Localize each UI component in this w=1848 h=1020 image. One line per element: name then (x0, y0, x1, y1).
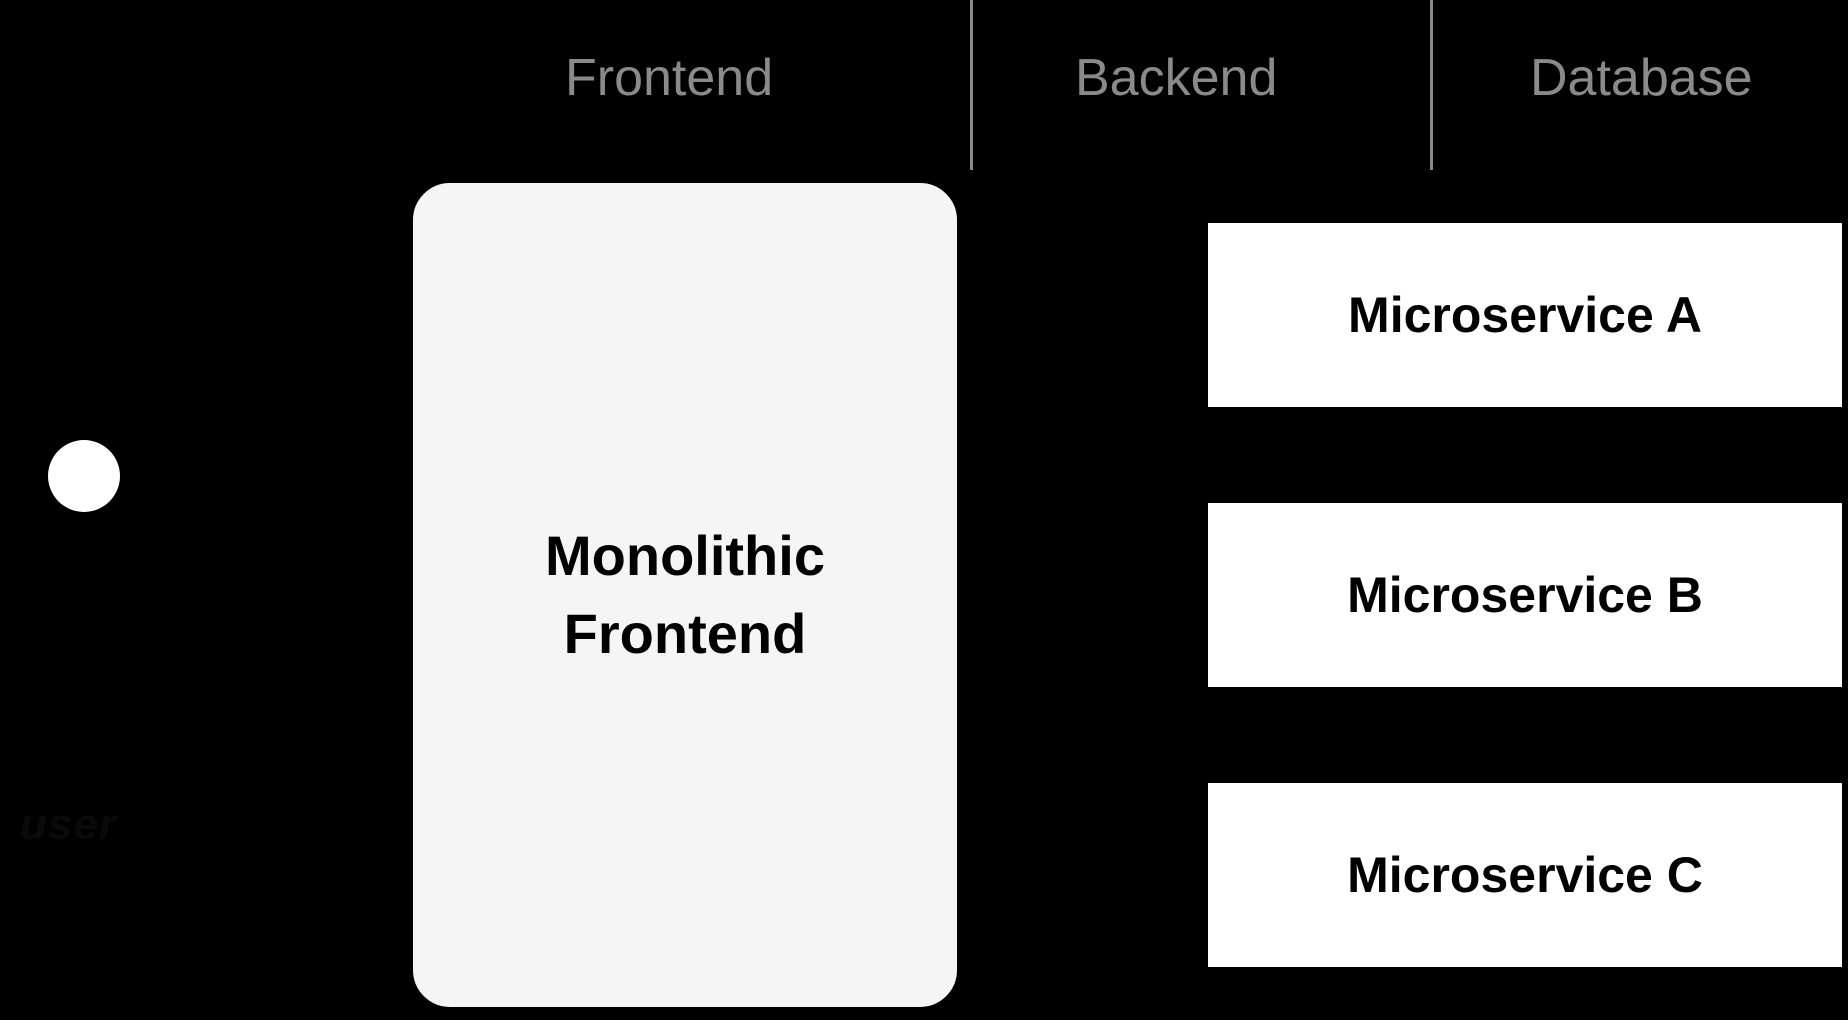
user-label: user (20, 800, 117, 850)
user-head-icon (48, 440, 120, 512)
user-icon (40, 440, 160, 800)
column-header-backend: Backend (1075, 48, 1277, 108)
monolith-line2: Frontend (564, 602, 807, 665)
microservice-a-label: Microservice A (1348, 286, 1702, 344)
microservice-c-label: Microservice C (1347, 846, 1703, 904)
microservice-c-box: Microservice C (1205, 780, 1845, 970)
column-header-database: Database (1530, 48, 1753, 108)
monolithic-frontend-label: Monolithic Frontend (545, 517, 825, 674)
microservice-b-box: Microservice B (1205, 500, 1845, 690)
column-header-frontend: Frontend (565, 48, 773, 108)
monolith-line1: Monolithic (545, 524, 825, 587)
architecture-diagram: Frontend Backend Database user Monolithi… (0, 0, 1848, 1020)
microservice-b-label: Microservice B (1347, 566, 1703, 624)
header-separator-1 (970, 0, 973, 170)
monolithic-frontend-box: Monolithic Frontend (410, 180, 960, 1010)
header-separator-2 (1430, 0, 1433, 170)
microservice-a-box: Microservice A (1205, 220, 1845, 410)
